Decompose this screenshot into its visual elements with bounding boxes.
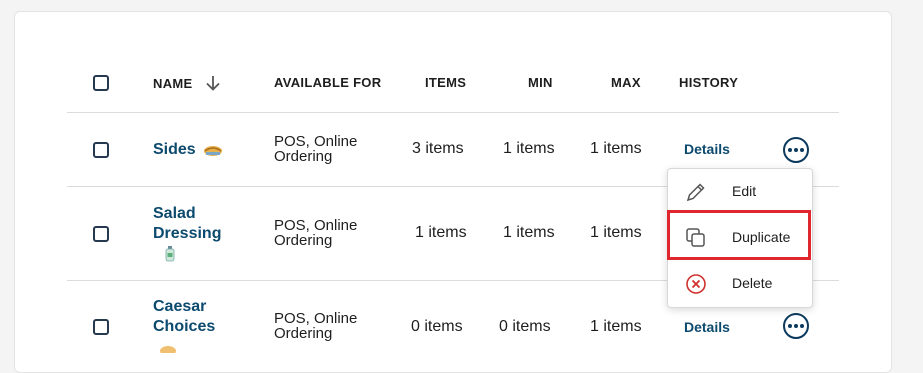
more-options-icon[interactable]: [783, 137, 809, 163]
food-icon: [158, 340, 178, 358]
row-divider: [67, 112, 839, 113]
bottle-icon: [164, 246, 176, 267]
row-max-sides: 1 items: [590, 140, 642, 157]
column-header-min: MIN: [528, 75, 553, 90]
row-items-salad-dressing: 1 items: [415, 224, 467, 241]
pencil-icon: [685, 181, 707, 208]
menu-label-delete: Delete: [732, 275, 773, 291]
delete-circle-x-icon: [685, 273, 707, 300]
row-available-caesar-choices: POS, Online Ordering: [274, 310, 358, 342]
row-available-sides: POS, Online Ordering: [274, 133, 358, 165]
row-available-salad-dressing: POS, Online Ordering: [274, 217, 358, 249]
more-options-icon[interactable]: [783, 313, 809, 339]
row-name-salad-dressing[interactable]: Salad Dressing: [153, 204, 221, 244]
menu-label-edit: Edit: [732, 183, 757, 199]
select-all-checkbox[interactable]: [93, 75, 109, 91]
row-min-salad-dressing: 1 items: [503, 224, 555, 241]
row-checkbox-caesar-choices[interactable]: [93, 319, 109, 335]
row-checkbox-sides[interactable]: [93, 142, 109, 158]
row-min-sides: 1 items: [503, 140, 555, 157]
duplicate-highlight-box: [667, 210, 811, 260]
column-header-items: ITEMS: [425, 75, 467, 90]
column-header-max: MAX: [611, 75, 641, 90]
row-items-sides: 3 items: [412, 140, 464, 157]
row-name-sides[interactable]: Sides: [153, 140, 196, 160]
row-name-caesar-choices[interactable]: Caesar Choices: [153, 297, 215, 337]
menu-item-delete[interactable]: Delete: [668, 261, 812, 305]
bread-icon: [202, 143, 224, 162]
row-items-caesar-choices: 0 items: [411, 318, 463, 335]
row-min-caesar-choices: 0 items: [499, 318, 551, 335]
column-header-available-for: AVAILABLE FOR: [274, 75, 382, 90]
row-max-caesar-choices: 1 items: [590, 318, 642, 335]
column-header-history: HISTORY: [679, 75, 739, 90]
row-details-link-caesar-choices[interactable]: Details: [684, 319, 730, 335]
row-max-salad-dressing: 1 items: [590, 224, 642, 241]
row-details-link-sides[interactable]: Details: [684, 141, 730, 157]
column-header-name[interactable]: NAME: [153, 76, 192, 91]
row-checkbox-salad-dressing[interactable]: [93, 226, 109, 242]
menu-item-edit[interactable]: Edit: [668, 169, 812, 213]
sort-down-arrow-icon[interactable]: [204, 74, 222, 97]
